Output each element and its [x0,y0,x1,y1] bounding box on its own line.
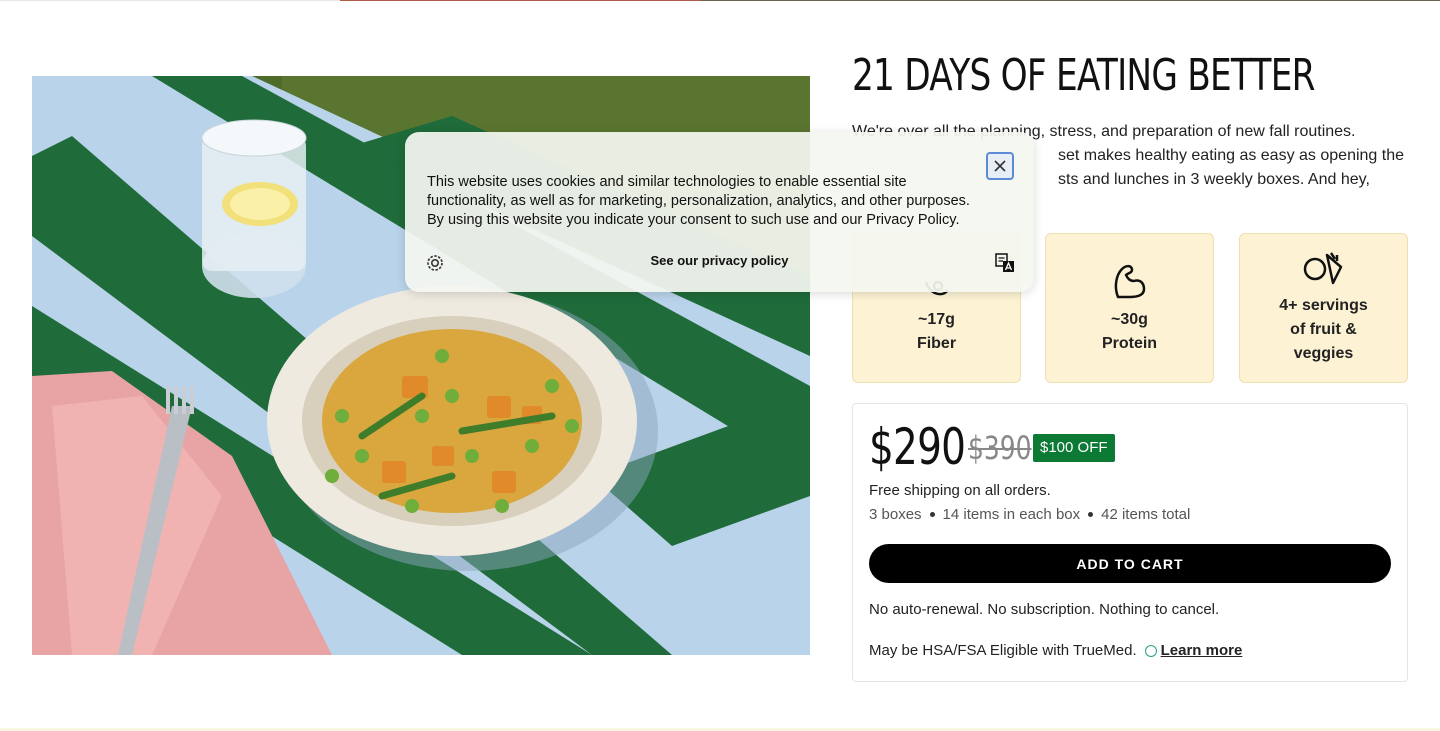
close-icon [994,160,1006,172]
items-per-box: 14 items in each box [942,506,1081,523]
stat-card-protein: ~30g Protein [1045,233,1214,383]
stat-label: of fruit & [1290,321,1357,338]
separator-dot [1088,511,1094,517]
privacy-policy-link[interactable]: See our privacy policy [405,253,1034,268]
current-price: $290 [869,418,966,476]
box-details: 3 boxes 14 items in each box 42 items tota… [869,506,1190,523]
top-divider [0,0,1440,1]
learn-more-link[interactable]: Learn more [1161,642,1243,659]
cookie-text: This website uses cookies and similar te… [427,173,997,230]
stat-value: 4+ servings [1279,297,1368,314]
product-title: 21 DAYS OF EATING BETTER [852,50,1315,101]
hsa-text: May be HSA/FSA Eligible with TrueMed. [869,642,1137,659]
no-renewal-text: No auto-renewal. No subscription. Nothin… [869,601,1220,618]
cookie-banner: This website uses cookies and similar te… [405,132,1034,292]
separator-dot [929,511,935,517]
add-to-cart-button[interactable]: ADD TO CART [869,544,1391,583]
boxes-count: 3 boxes [869,506,922,523]
cookie-text-line-1: This website uses cookies and similar te… [427,174,907,190]
stat-label: veggies [1293,345,1354,362]
stat-card-veggies: 4+ servings of fruit & veggies [1239,233,1408,383]
price-card: $290 $390 $100 OFF Free shipping on all … [852,403,1408,682]
shipping-text: Free shipping on all orders. [869,482,1051,499]
items-total: 42 items total [1101,506,1191,523]
original-price: $390 [968,429,1032,467]
stat-label: Protein [1101,335,1158,352]
stat-value: ~30g [1111,311,1148,328]
discount-badge: $100 OFF [1033,434,1115,462]
translate-icon[interactable] [995,253,1015,277]
cookie-text-line-2: functionality, as well as for marketing,… [427,193,970,209]
stat-value: ~17g [918,311,955,328]
stat-label: Fiber [916,335,957,352]
muscle-icon [1110,261,1150,309]
cookie-text-line-3: By using this website you indicate your … [427,212,960,228]
hsa-eligibility: May be HSA/FSA Eligible with TrueMed. Lea… [869,642,1242,659]
truemed-icon [1144,645,1157,658]
vegetables-icon [1301,249,1347,297]
